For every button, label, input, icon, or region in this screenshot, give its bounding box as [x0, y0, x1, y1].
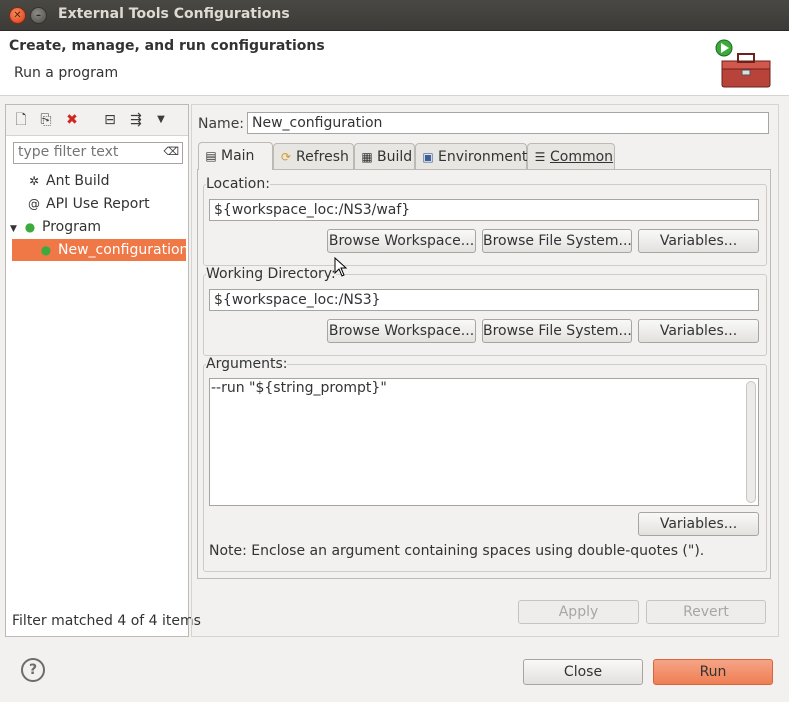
working-directory-group — [203, 274, 767, 356]
header-subtitle: Run a program — [14, 65, 119, 81]
header-title: Create, manage, and run configurations — [9, 38, 325, 54]
expand-arrow-icon[interactable]: ▼ — [10, 218, 22, 240]
mouse-cursor-icon — [334, 257, 348, 277]
name-input[interactable]: New_configuration — [247, 112, 769, 134]
window-close-button[interactable]: ✕ — [9, 7, 26, 24]
window-minimize-button[interactable]: – — [30, 7, 47, 24]
tree-item-new-configuration[interactable]: ● New_configuration — [12, 239, 188, 261]
build-icon: ▦ — [361, 150, 373, 164]
apply-button[interactable]: Apply — [518, 600, 639, 624]
configuration-list-panel: 🗋 ⎘ ✖ ⊟ ⇶ ▼ ⌫ ✲Ant Build @API Use Report… — [5, 104, 201, 637]
workdir-variables-button[interactable]: Variables... — [638, 319, 759, 343]
filter-icon[interactable]: ⇶ — [127, 111, 145, 129]
location-browse-filesystem-button[interactable]: Browse File System... — [482, 229, 632, 253]
workdir-browse-workspace-button[interactable]: Browse Workspace... — [327, 319, 476, 343]
list-toolbar: 🗋 ⎘ ✖ ⊟ ⇶ ▼ — [6, 105, 188, 136]
main-tab-icon: ▤ — [205, 149, 217, 163]
help-icon[interactable]: ? — [21, 658, 45, 682]
working-directory-input[interactable]: ${workspace_loc:/NS3} — [209, 289, 759, 311]
tree-item-program[interactable]: ▼ ● Program — [10, 216, 101, 238]
location-label: Location: — [206, 176, 270, 192]
clear-filter-icon[interactable]: ⌫ — [163, 145, 179, 158]
arguments-text: --run "${string_prompt}" — [211, 380, 387, 396]
workdir-browse-filesystem-button[interactable]: Browse File System... — [482, 319, 632, 343]
window-titlebar: ✕ – External Tools Configurations — [0, 0, 789, 31]
delete-icon[interactable]: ✖ — [63, 111, 81, 129]
revert-button[interactable]: Revert — [646, 600, 766, 624]
arguments-textarea[interactable]: --run "${string_prompt}" — [209, 378, 759, 506]
run-button[interactable]: Run — [653, 659, 773, 685]
view-menu-icon[interactable]: ▼ — [152, 111, 170, 129]
arguments-scrollbar[interactable] — [746, 381, 756, 503]
name-label: Name: — [198, 116, 245, 132]
filter-status: Filter matched 4 of 4 items — [12, 613, 201, 629]
arguments-note: Note: Enclose an argument containing spa… — [209, 543, 705, 559]
common-icon: ☰ — [534, 150, 546, 164]
environment-icon: ▣ — [422, 150, 434, 164]
toolbox-icon — [715, 39, 771, 88]
window-title: External Tools Configurations — [58, 6, 290, 22]
api-report-icon: @ — [28, 197, 40, 211]
tab-refresh[interactable]: ⟳ Refresh — [273, 143, 354, 169]
tree-item-api-use-report[interactable]: @ API Use Report — [26, 193, 150, 215]
dialog-header: Create, manage, and run configurations R… — [0, 31, 789, 96]
working-directory-label: Working Directory: — [206, 266, 336, 282]
tab-common[interactable]: ☰ Common — [527, 143, 615, 169]
location-variables-button[interactable]: Variables... — [638, 229, 759, 253]
duplicate-icon[interactable]: ⎘ — [37, 111, 55, 129]
tree-item-ant-build[interactable]: ✲ Ant Build — [26, 170, 110, 192]
refresh-icon: ⟳ — [280, 150, 292, 164]
collapse-all-icon[interactable]: ⊟ — [101, 111, 119, 129]
ant-icon: ✲ — [28, 174, 40, 188]
location-input[interactable]: ${workspace_loc:/NS3/waf} — [209, 199, 759, 221]
arguments-label: Arguments: — [206, 356, 288, 372]
tab-build[interactable]: ▦ Build — [354, 143, 415, 169]
new-config-icon[interactable]: 🗋 — [12, 111, 30, 129]
config-icon: ● — [40, 243, 52, 257]
tab-environment[interactable]: ▣ Environment — [415, 143, 527, 169]
arguments-variables-button[interactable]: Variables... — [638, 512, 759, 536]
location-browse-workspace-button[interactable]: Browse Workspace... — [327, 229, 476, 253]
location-group — [203, 184, 767, 266]
program-icon: ● — [24, 220, 36, 234]
filter-field[interactable]: ⌫ — [13, 142, 183, 164]
tab-main[interactable]: ▤ Main — [198, 142, 273, 170]
close-button[interactable]: Close — [523, 659, 643, 685]
filter-input[interactable] — [14, 143, 158, 161]
